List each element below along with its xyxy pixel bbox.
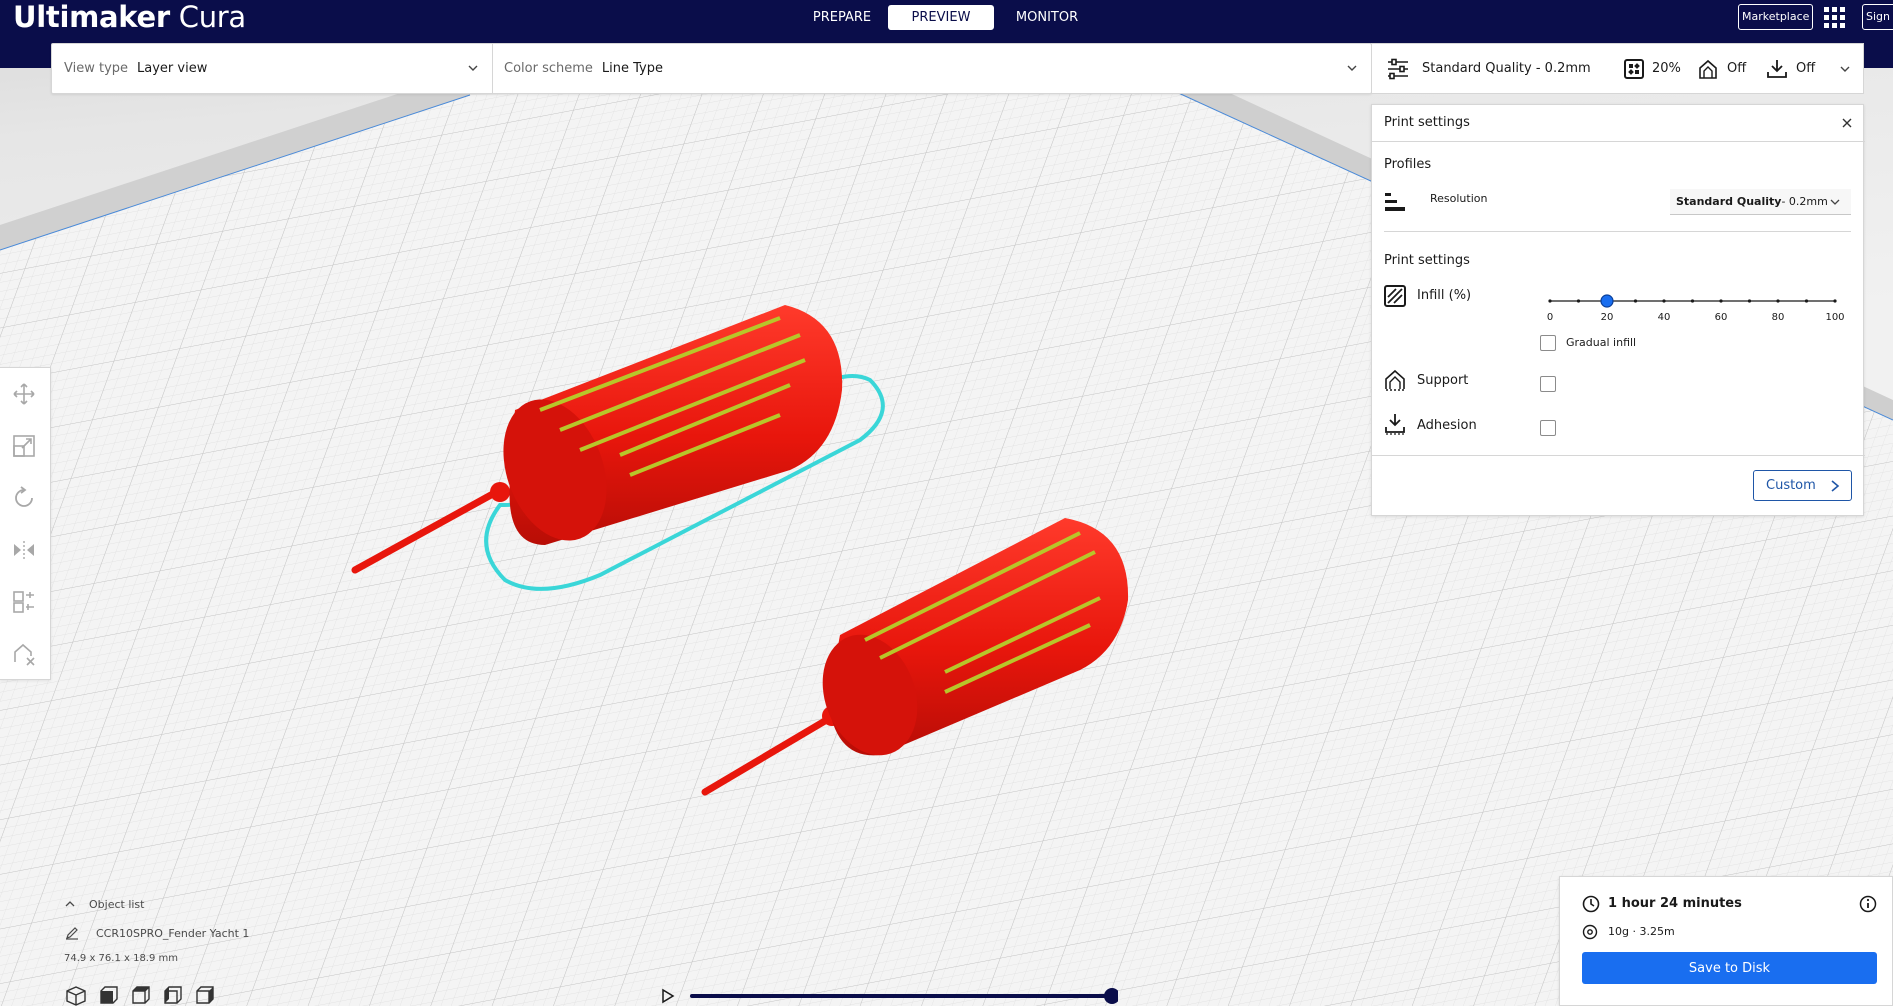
panel-divider xyxy=(1384,231,1851,232)
tab-preview[interactable]: PREVIEW xyxy=(888,5,994,30)
pencil-icon[interactable] xyxy=(65,926,79,940)
rotate-icon[interactable] xyxy=(12,486,36,510)
marketplace-button[interactable]: Marketplace xyxy=(1738,4,1814,30)
support-summary: Off xyxy=(1727,61,1747,76)
custom-settings-button[interactable]: Custom xyxy=(1753,470,1852,501)
slider-tick-label: 60 xyxy=(1715,312,1728,323)
slider-tick-label: 20 xyxy=(1601,312,1614,323)
tab-monitor[interactable]: MONITOR xyxy=(994,5,1100,30)
gradual-infill-label: Gradual infill xyxy=(1566,336,1637,349)
chevron-down-icon xyxy=(1830,199,1840,205)
adhesion-icon xyxy=(1767,60,1787,78)
clock-icon xyxy=(1582,895,1600,913)
infill-summary: 20% xyxy=(1652,61,1681,76)
slider-tick xyxy=(1833,299,1837,303)
layer-timeline[interactable] xyxy=(658,986,1118,1006)
material-usage: 10g · 3.25m xyxy=(1608,925,1675,938)
resolution-label: Resolution xyxy=(1430,192,1488,205)
timeline-handle xyxy=(1104,988,1118,1004)
3d-view-icon[interactable] xyxy=(65,985,87,1006)
spool-icon xyxy=(1582,924,1598,940)
view-type-dropdown[interactable]: View type Layer view xyxy=(64,44,207,93)
top-view-icon[interactable] xyxy=(129,985,151,1006)
support-icon xyxy=(1385,369,1405,391)
chevron-up-icon[interactable] xyxy=(64,898,76,910)
infill-slider[interactable]: 0 20 40 60 80 100 xyxy=(1545,286,1845,326)
play-icon xyxy=(662,988,675,1004)
view-selector-bar: View type Layer view Color scheme Line T… xyxy=(51,43,1372,94)
slider-tick xyxy=(1548,299,1552,303)
front-view-icon[interactable] xyxy=(97,985,119,1006)
color-scheme-value: Line Type xyxy=(601,61,663,76)
gradual-infill-checkbox[interactable] xyxy=(1540,335,1556,351)
adhesion-label: Adhesion xyxy=(1417,418,1477,433)
object-dimensions: 74.9 x 76.1 x 18.9 mm xyxy=(64,953,179,964)
infill-label: Infill (%) xyxy=(1417,288,1472,303)
slider-tick-label: 80 xyxy=(1772,312,1785,323)
chevron-down-icon[interactable] xyxy=(467,62,479,74)
scale-icon[interactable] xyxy=(12,434,36,458)
chevron-right-icon xyxy=(1831,480,1840,492)
close-icon[interactable] xyxy=(1840,116,1854,130)
slider-tick xyxy=(1719,299,1723,303)
mirror-icon[interactable] xyxy=(12,538,36,562)
slider-tick xyxy=(1576,299,1581,303)
view-type-value: Layer view xyxy=(137,61,208,76)
infill-icon xyxy=(1384,285,1406,307)
slider-tick xyxy=(1662,299,1666,303)
support-blocker-icon[interactable] xyxy=(12,642,36,666)
panel-divider xyxy=(1372,141,1865,142)
left-view-icon[interactable] xyxy=(161,985,183,1006)
object-list-toggle[interactable]: Object list xyxy=(89,898,144,911)
timeline-track xyxy=(690,994,1106,998)
panel-divider xyxy=(1372,455,1865,456)
support-label: Support xyxy=(1417,373,1469,388)
slider-tick-label: 0 xyxy=(1547,312,1553,323)
profile-summary: Standard Quality - 0.2mm xyxy=(1422,61,1591,76)
color-scheme-dropdown[interactable]: Color scheme Line Type xyxy=(504,44,663,93)
adhesion-checkbox[interactable] xyxy=(1540,420,1556,436)
per-model-settings-icon[interactable] xyxy=(12,590,36,614)
info-icon[interactable] xyxy=(1859,895,1877,913)
adhesion-icon xyxy=(1385,414,1405,435)
chevron-down-icon[interactable] xyxy=(1346,62,1358,74)
infill-slider-handle xyxy=(1600,294,1614,308)
app-logo: Ultimaker Cura xyxy=(13,0,246,34)
print-settings-panel: Print settings Profiles Resolution Stand… xyxy=(1371,104,1865,516)
object-name: CCR10SPRO_Fender Yacht 1 xyxy=(96,927,250,940)
color-scheme-label: Color scheme xyxy=(504,61,593,76)
slider-tick xyxy=(1690,299,1695,303)
slider-tick-label: 100 xyxy=(1825,312,1844,323)
print-settings-title: Print settings xyxy=(1384,115,1470,130)
print-settings-heading: Print settings xyxy=(1384,253,1470,268)
tool-strip xyxy=(0,367,51,680)
resolution-icon xyxy=(1385,193,1405,211)
slider-tick xyxy=(1804,299,1809,303)
chevron-down-icon[interactable] xyxy=(1839,63,1851,75)
view-bar-divider xyxy=(492,44,493,93)
infill-icon xyxy=(1624,59,1644,79)
apps-grid-icon[interactable] xyxy=(1824,7,1845,28)
tab-prepare[interactable]: PREPARE xyxy=(796,5,888,30)
profiles-heading: Profiles xyxy=(1384,157,1432,172)
adhesion-summary: Off xyxy=(1796,61,1816,76)
move-icon[interactable] xyxy=(12,382,36,406)
sign-in-button[interactable]: Sign xyxy=(1862,4,1893,30)
right-view-icon[interactable] xyxy=(193,985,215,1006)
print-setup-header[interactable]: Standard Quality - 0.2mm 20% Off Off xyxy=(1371,43,1864,94)
settings-sliders-icon xyxy=(1388,58,1408,80)
save-to-disk-button[interactable]: Save to Disk xyxy=(1582,952,1877,984)
print-estimate-panel: 1 hour 24 minutes 10g · 3.25m Save to Di… xyxy=(1559,876,1893,1006)
view-type-label: View type xyxy=(64,61,129,76)
slider-tick xyxy=(1747,299,1752,303)
slider-tick xyxy=(1776,299,1780,303)
support-checkbox[interactable] xyxy=(1540,376,1556,392)
print-time: 1 hour 24 minutes xyxy=(1608,896,1742,911)
slider-tick-label: 40 xyxy=(1658,312,1671,323)
stage-tabs: PREPARE PREVIEW MONITOR xyxy=(796,5,1100,30)
support-icon xyxy=(1699,59,1717,79)
slider-tick xyxy=(1633,299,1638,303)
resolution-dropdown[interactable]: Standard Quality - 0.2mm xyxy=(1670,189,1851,215)
